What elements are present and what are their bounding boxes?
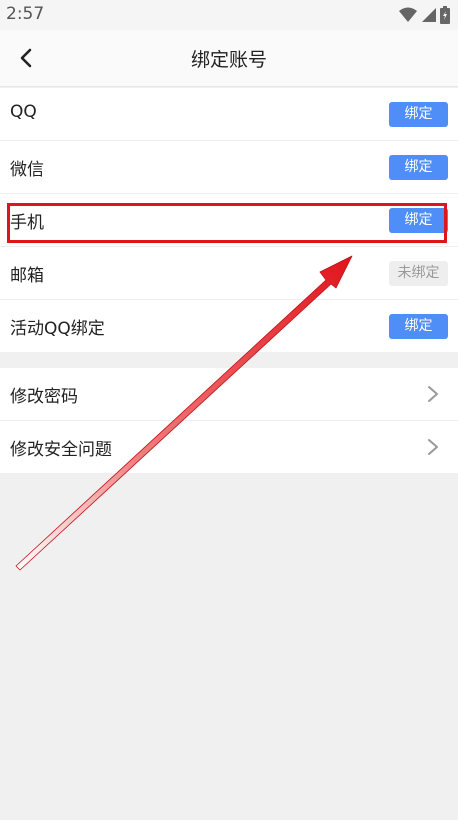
security-settings-list: 修改密码 修改安全问题 [0, 368, 458, 473]
chevron-right-icon [428, 439, 438, 455]
status-icons [399, 6, 450, 24]
change-security-question-row[interactable]: 修改安全问题 [0, 421, 458, 473]
account-label: 邮箱 [10, 266, 44, 286]
page-title: 绑定账号 [190, 49, 267, 71]
bind-activity-qq-button[interactable]: 绑定 [389, 314, 448, 339]
account-row-qq: QQ 绑定 [0, 88, 458, 141]
security-label: 修改密码 [10, 387, 78, 407]
email-unbound-badge: 未绑定 [389, 261, 448, 286]
phone-row-highlight-box [7, 203, 447, 243]
nav-bar: 绑定账号 [0, 30, 458, 87]
status-bar: 2:57 [0, 0, 458, 30]
bind-qq-button[interactable]: 绑定 [389, 102, 448, 127]
account-label: QQ [10, 102, 37, 122]
change-password-row[interactable]: 修改密码 [0, 368, 458, 421]
chevron-right-icon [428, 386, 438, 402]
account-row-activity-qq: 活动QQ绑定 绑定 [0, 300, 458, 352]
wifi-icon [399, 7, 417, 22]
battery-icon [440, 6, 450, 24]
status-time: 2:57 [6, 4, 45, 24]
account-row-wechat: 微信 绑定 [0, 141, 458, 194]
account-label: 活动QQ绑定 [10, 319, 105, 339]
security-label: 修改安全问题 [10, 440, 112, 460]
account-row-email: 邮箱 未绑定 [0, 247, 458, 300]
bind-wechat-button[interactable]: 绑定 [389, 155, 448, 180]
account-label: 微信 [10, 160, 44, 180]
signal-icon [422, 8, 436, 22]
